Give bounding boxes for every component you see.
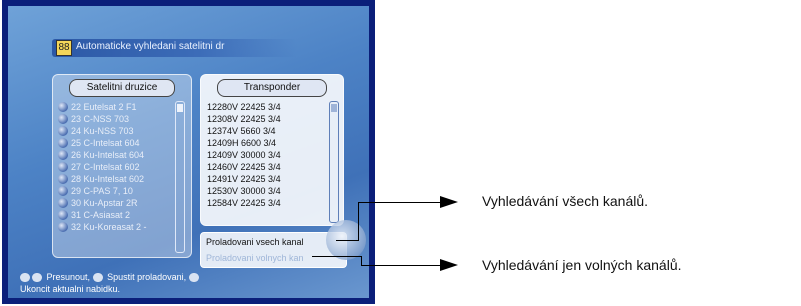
transponder-scrollbar[interactable] — [329, 101, 339, 223]
right-key-icon — [32, 273, 42, 283]
annotation-all-channels: Vyhledávání všech kanálů. — [482, 193, 649, 209]
satellite-item[interactable]: 32 Ku-Koreasat 2 - — [57, 221, 171, 233]
satellite-scrollbar[interactable] — [175, 101, 185, 253]
connector-free — [312, 256, 362, 257]
menu-title-bar: 88 Automaticke vyhledani satelitni dr — [52, 39, 297, 57]
transponder-item[interactable]: 12584V 22425 3/4 — [207, 197, 321, 209]
satellite-label: 24 Ku-NSS 703 — [71, 126, 134, 136]
transponder-header: Transponder — [217, 79, 327, 97]
satellite-item[interactable]: 26 Ku-Intelsat 604 — [57, 149, 171, 161]
globe-icon — [58, 138, 68, 148]
satellite-list: 22 Eutelsat 2 F1 23 C-NSS 703 24 Ku-NSS 70… — [57, 101, 171, 253]
satellite-label: 23 C-NSS 703 — [71, 114, 130, 124]
globe-icon — [58, 114, 68, 124]
transponder-item[interactable]: 12374V 5660 3/4 — [207, 125, 321, 137]
transponder-item[interactable]: 12530V 30000 3/4 — [207, 185, 321, 197]
satellite-header: Satelitni druzice — [69, 79, 175, 97]
satellite-item[interactable]: 27 C-Intelsat 602 — [57, 161, 171, 173]
transponder-item[interactable]: 12460V 22425 3/4 — [207, 161, 321, 173]
connector-free — [361, 265, 442, 266]
satellite-label: 31 C-Asiasat 2 — [71, 210, 131, 220]
transponder-item[interactable]: 12308V 22425 3/4 — [207, 113, 321, 125]
tv-screenshot: 88 Automaticke vyhledani satelitni dr Sa… — [2, 0, 375, 304]
osd-screen: 88 Automaticke vyhledani satelitni dr Sa… — [8, 6, 369, 298]
menu-icon: 88 — [56, 40, 72, 56]
satellite-label: 27 C-Intelsat 602 — [71, 162, 140, 172]
ok-key-icon — [92, 273, 103, 283]
globe-icon — [58, 222, 68, 232]
satellite-label: 26 Ku-Intelsat 604 — [71, 150, 145, 160]
hint-bar: Presunout, Spustit proladovani, Ukoncit … — [12, 270, 332, 298]
transponder-panel: Transponder 12280V 22425 3/4 12308V 22425… — [200, 74, 344, 226]
satellite-label: 29 C-PAS 7, 10 — [71, 186, 133, 196]
transponder-item[interactable]: 12409H 6600 3/4 — [207, 137, 321, 149]
satellite-item[interactable]: 24 Ku-NSS 703 — [57, 125, 171, 137]
satellite-item[interactable]: 30 Ku-Apstar 2R — [57, 197, 171, 209]
transponder-item[interactable]: 12491V 22425 3/4 — [207, 173, 321, 185]
connector-all — [336, 240, 358, 241]
satellite-item[interactable]: 25 C-Intelsat 604 — [57, 137, 171, 149]
globe-icon — [58, 186, 68, 196]
hint-move: Presunout, — [46, 272, 91, 282]
transponder-item[interactable]: 12280V 22425 3/4 — [207, 101, 321, 113]
arrow-right-icon — [440, 259, 458, 271]
globe-icon — [58, 210, 68, 220]
satellite-item[interactable]: 28 Ku-Intelsat 602 — [57, 173, 171, 185]
satellite-label: 30 Ku-Apstar 2R — [71, 198, 138, 208]
annotation-free-channels: Vyhledávání jen volných kanálů. — [482, 257, 682, 273]
scroll-thumb[interactable] — [177, 104, 183, 112]
satellite-label: 22 Eutelsat 2 F1 — [71, 102, 137, 112]
hint-exit: Ukoncit aktualni nabidku. — [20, 284, 121, 294]
satellite-label: 28 Ku-Intelsat 602 — [71, 174, 145, 184]
satellite-panel: Satelitni druzice 22 Eutelsat 2 F1 23 C-N… — [52, 74, 192, 258]
arrow-right-icon — [440, 196, 458, 208]
globe-icon — [58, 126, 68, 136]
connector-all — [358, 202, 442, 203]
globe-icon — [58, 198, 68, 208]
satellite-label: 32 Ku-Koreasat 2 - — [71, 222, 147, 232]
satellite-label: 25 C-Intelsat 604 — [71, 138, 140, 148]
scan-options: Proladovani vsech kanal Proladovani voln… — [200, 232, 347, 268]
satellite-item[interactable]: 22 Eutelsat 2 F1 — [57, 101, 171, 113]
exit-key-icon — [188, 273, 199, 283]
menu-title: Automaticke vyhledani satelitni dr — [76, 41, 225, 52]
satellite-item[interactable]: 29 C-PAS 7, 10 — [57, 185, 171, 197]
satellite-item[interactable]: 31 C-Asiasat 2 — [57, 209, 171, 221]
hint-start: Spustit proladovani, — [107, 272, 187, 282]
left-key-icon — [20, 273, 30, 283]
globe-icon — [58, 174, 68, 184]
scan-free-option[interactable]: Proladovani volnych kan — [206, 253, 304, 263]
globe-icon — [58, 162, 68, 172]
globe-icon — [58, 102, 68, 112]
scan-all-option[interactable]: Proladovani vsech kanal — [206, 237, 304, 247]
transponder-list: 12280V 22425 3/4 12308V 22425 3/4 12374V 5… — [207, 101, 321, 209]
connector-all — [358, 202, 359, 241]
transponder-item[interactable]: 12409V 30000 3/4 — [207, 149, 321, 161]
satellite-item[interactable]: 23 C-NSS 703 — [57, 113, 171, 125]
scroll-thumb[interactable] — [331, 104, 337, 112]
globe-icon — [58, 150, 68, 160]
